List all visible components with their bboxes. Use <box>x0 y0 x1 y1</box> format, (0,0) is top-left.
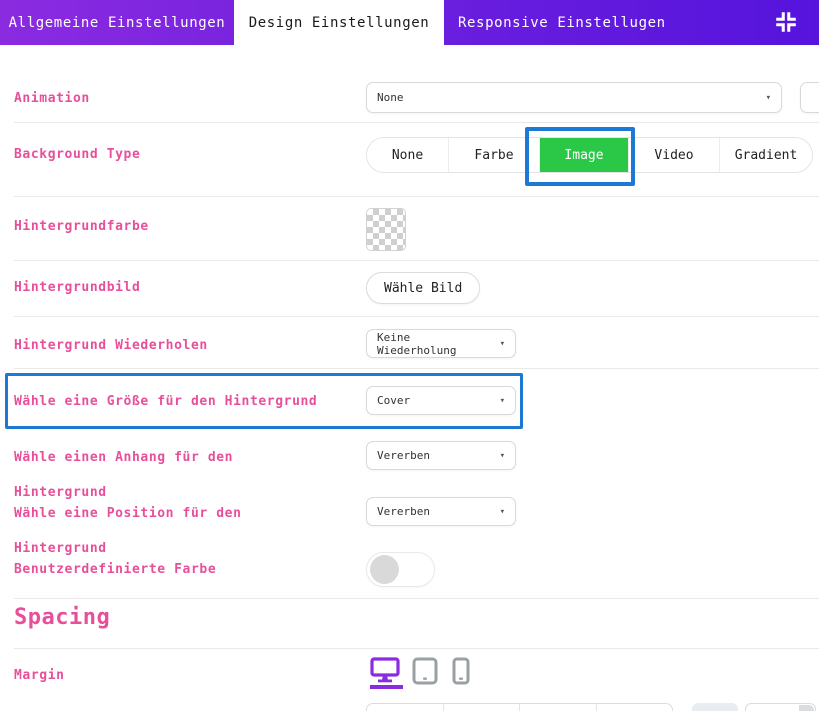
background-position-select-value: Vererben <box>377 505 430 518</box>
custom-color-label: Benutzerdefinierte Farbe <box>14 562 216 577</box>
background-color-swatch[interactable] <box>366 208 406 251</box>
divider <box>14 260 819 261</box>
divider <box>14 598 819 599</box>
tab-design-einstellungen[interactable]: Design Einstellungen <box>234 0 444 45</box>
background-type-gradient-button[interactable]: Gradient <box>720 138 812 172</box>
background-position-label-line1: Wähle eine Position für den <box>14 506 242 521</box>
background-type-video-button[interactable]: Video <box>629 138 720 172</box>
link-values-button[interactable] <box>692 703 738 711</box>
background-type-button-group: None Farbe Image Video Gradient <box>366 137 813 173</box>
desktop-icon[interactable] <box>370 657 400 688</box>
caret-down-icon: ▾ <box>766 93 771 103</box>
choose-image-button[interactable]: Wähle Bild <box>366 272 480 304</box>
background-color-label: Hintergrundfarbe <box>14 219 149 234</box>
background-repeat-select[interactable]: Keine Wiederholung ▾ <box>366 329 516 358</box>
background-repeat-label: Hintergrund Wiederholen <box>14 338 208 353</box>
mobile-icon[interactable] <box>452 657 470 689</box>
toggle-knob <box>370 555 399 584</box>
unit-selector[interactable] <box>799 705 814 711</box>
background-type-label: Background Type <box>14 147 140 162</box>
margin-right-input[interactable] <box>444 704 521 711</box>
tab-responsive-einstellungen[interactable]: Responsive Einstellugen <box>444 0 666 45</box>
animation-select-value: None <box>377 91 404 104</box>
divider <box>14 648 819 649</box>
settings-body: Animation None ▾ Background Type None Fa… <box>0 45 819 711</box>
background-size-select-value: Cover <box>377 394 410 407</box>
background-position-label-line2: Hintergrund <box>14 541 107 556</box>
design-settings-panel: Allgemeine Einstellungen Design Einstell… <box>0 0 819 711</box>
background-attachment-select-value: Vererben <box>377 449 430 462</box>
margin-top-input[interactable] <box>367 704 444 711</box>
background-repeat-select-value: Keine Wiederholung <box>377 331 492 357</box>
compress-icon[interactable] <box>775 11 797 33</box>
caret-down-icon: ▾ <box>500 396 505 406</box>
margin-unit-input[interactable] <box>745 703 816 711</box>
background-attachment-select[interactable]: Vererben ▾ <box>366 441 516 470</box>
margin-left-input[interactable] <box>597 704 673 711</box>
tab-bar: Allgemeine Einstellungen Design Einstell… <box>0 0 819 45</box>
caret-down-icon: ▾ <box>500 507 505 517</box>
custom-color-toggle[interactable] <box>366 552 435 587</box>
desktop-active-underline <box>370 685 403 689</box>
caret-down-icon: ▾ <box>500 339 505 349</box>
margin-label: Margin <box>14 668 65 683</box>
spacing-heading: Spacing <box>14 605 110 630</box>
caret-down-icon: ▾ <box>500 451 505 461</box>
background-type-image-button[interactable]: Image <box>540 138 629 172</box>
background-position-select[interactable]: Vererben ▾ <box>366 497 516 526</box>
background-attachment-label-line2: Hintergrund <box>14 485 107 500</box>
background-attachment-label-line1: Wähle einen Anhang für den <box>14 450 233 465</box>
background-type-none-button[interactable]: None <box>367 138 449 172</box>
tab-allgemeine-einstellungen[interactable]: Allgemeine Einstellungen <box>0 0 234 45</box>
tablet-icon[interactable] <box>412 657 438 689</box>
background-image-label: Hintergrundbild <box>14 280 140 295</box>
divider <box>14 316 819 317</box>
background-size-label: Wähle eine Größe für den Hintergrund <box>14 394 317 409</box>
background-type-farbe-button[interactable]: Farbe <box>449 138 540 172</box>
animation-extra-box[interactable] <box>800 82 819 113</box>
animation-label: Animation <box>14 91 90 106</box>
divider <box>14 122 819 123</box>
margin-bottom-input[interactable] <box>520 704 597 711</box>
margin-inputs-group <box>366 703 673 711</box>
background-size-select[interactable]: Cover ▾ <box>366 386 516 415</box>
divider <box>14 368 819 369</box>
divider <box>14 196 819 197</box>
animation-select[interactable]: None ▾ <box>366 82 782 113</box>
